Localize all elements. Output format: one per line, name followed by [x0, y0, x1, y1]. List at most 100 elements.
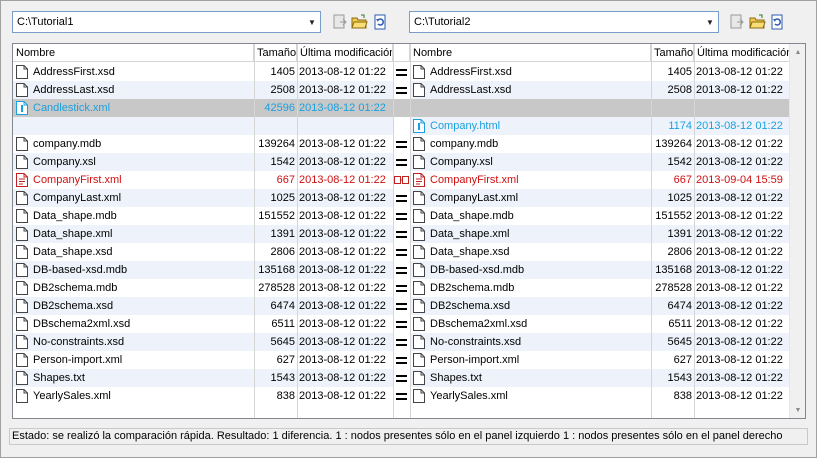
folder-open-icon — [748, 14, 766, 29]
right-file-date: 2013-08-12 01:22 — [696, 228, 783, 240]
file-new-icon — [16, 101, 28, 115]
chevron-down-icon[interactable]: ▼ — [304, 12, 320, 32]
left-file-date: 2013-08-12 01:22 — [299, 246, 386, 258]
file-icon — [16, 335, 28, 349]
right-file-date: 2013-08-12 01:22 — [696, 372, 783, 384]
table-row[interactable]: AddressFirst.xsd 1405 2013-08-12 01:22 Addr… — [13, 63, 790, 81]
right-file-size: 667 — [673, 174, 692, 186]
right-file-name: Person-import.xml — [410, 351, 651, 369]
right-file-date: 2013-08-12 01:22 — [696, 210, 783, 222]
file-icon — [413, 299, 425, 313]
table-row[interactable]: YearlySales.xml 838 2013-08-12 01:22 Yearly… — [13, 387, 790, 405]
right-file-date: 2013-08-12 01:22 — [696, 390, 783, 402]
diff-icon — [393, 171, 410, 189]
browse-left-button[interactable] — [350, 12, 368, 32]
left-file-size: 6511 — [271, 318, 295, 330]
header-left-size[interactable]: Tamaño — [254, 44, 297, 62]
browse-right-button[interactable] — [748, 12, 766, 32]
left-file-date: 2013-08-12 01:22 — [299, 228, 386, 240]
table-row[interactable]: DB2schema.xsd 6474 2013-08-12 01:22 DB2sche… — [13, 297, 790, 315]
comparison-panel[interactable]: Nombre Tamaño Última modificación Nombre… — [12, 43, 806, 419]
left-file-size: 2806 — [270, 246, 295, 258]
equal-icon — [393, 135, 410, 153]
right-file-size: 6474 — [667, 300, 692, 312]
left-path-combo[interactable]: C:\Tutorial1 ▼ — [12, 11, 321, 33]
table-row[interactable]: CompanyFirst.xml 667 2013-08-12 01:22 Compa… — [13, 171, 790, 189]
right-file-size: 1391 — [667, 228, 692, 240]
header-left-name[interactable]: Nombre — [13, 44, 254, 62]
equal-icon — [393, 315, 410, 333]
file-icon — [16, 245, 28, 259]
scroll-up-icon[interactable]: ▲ — [790, 44, 805, 60]
table-row[interactable]: AddressLast.xsd 2508 2013-08-12 01:22 Addre… — [13, 81, 790, 99]
file-icon — [16, 317, 28, 331]
refresh-icon — [771, 14, 783, 30]
table-row[interactable]: DBschema2xml.xsd 6511 2013-08-12 01:22 DBsc… — [13, 315, 790, 333]
left-file-date: 2013-08-12 01:22 — [299, 264, 386, 276]
left-file-size: 838 — [276, 390, 295, 402]
file-icon — [16, 281, 28, 295]
right-file-name: CompanyFirst.xml — [410, 171, 651, 189]
table-row[interactable]: Data_shape.xsd 2806 2013-08-12 01:22 Data_s… — [13, 243, 790, 261]
table-row[interactable]: Data_shape.mdb 151552 2013-08-12 01:22 Data… — [13, 207, 790, 225]
table-row[interactable]: Data_shape.xml 1391 2013-08-12 01:22 Data_s… — [13, 225, 790, 243]
table-row[interactable]: DB-based-xsd.mdb 135168 2013-08-12 01:22 DB… — [13, 261, 790, 279]
no-match-cell — [393, 99, 410, 117]
right-path-combo[interactable]: C:\Tutorial2 ▼ — [409, 11, 719, 33]
table-row[interactable]: Candlestick.xml 42596 2013-08-12 01:22 — [13, 99, 790, 117]
right-file-date: 2013-08-12 01:22 — [696, 120, 783, 132]
file-icon — [413, 65, 425, 79]
left-file-name: Candlestick.xml — [13, 99, 254, 117]
left-file-size: 6474 — [270, 300, 295, 312]
table-row[interactable]: CompanyLast.xml 1025 2013-08-12 01:22 Compa… — [13, 189, 790, 207]
vertical-scrollbar[interactable]: ▲ ▼ — [789, 44, 805, 418]
equal-icon — [393, 81, 410, 99]
left-file-name: company.mdb — [13, 135, 254, 153]
refresh-left-button[interactable] — [371, 12, 389, 32]
header-right-date[interactable]: Última modificación — [694, 44, 790, 62]
no-match-cell — [393, 117, 410, 135]
header-left-date[interactable]: Última modificación — [297, 44, 393, 62]
save-left-button[interactable] — [331, 12, 349, 32]
table-row[interactable]: No-constraints.xsd 5645 2013-08-12 01:22 No… — [13, 333, 790, 351]
right-file-name: AddressLast.xsd — [410, 81, 651, 99]
right-file-date: 2013-08-12 01:22 — [696, 192, 783, 204]
file-icon — [16, 263, 28, 277]
right-file-name: DBschema2xml.xsd — [410, 315, 651, 333]
left-path-value: C:\Tutorial1 — [17, 16, 74, 28]
left-file-name: Data_shape.xml — [13, 225, 254, 243]
divider — [651, 44, 652, 418]
right-file-date: 2013-08-12 01:22 — [696, 246, 783, 258]
left-file-name: AddressLast.xsd — [13, 81, 254, 99]
left-file-size: 151552 — [258, 210, 295, 222]
table-row[interactable]: Company.xsl 1542 2013-08-12 01:22 Company.x… — [13, 153, 790, 171]
divider — [297, 44, 298, 418]
right-file-size: 1543 — [667, 372, 692, 384]
right-file-date: 2013-08-12 01:22 — [696, 354, 783, 366]
divider — [393, 44, 394, 418]
right-file-date: 2013-08-12 01:22 — [696, 66, 783, 78]
table-row[interactable]: Person-import.xml 627 2013-08-12 01:22 Pers… — [13, 351, 790, 369]
left-file-date: 2013-08-12 01:22 — [299, 102, 386, 114]
scroll-down-icon[interactable]: ▼ — [790, 402, 805, 418]
left-file-date: 2013-08-12 01:22 — [299, 156, 386, 168]
file-icon — [16, 389, 28, 403]
table-row[interactable]: Company.html 1174 2013-08-12 01:22 — [13, 117, 790, 135]
header-right-size[interactable]: Tamaño — [651, 44, 694, 62]
equal-icon — [393, 351, 410, 369]
left-file-name: AddressFirst.xsd — [13, 63, 254, 81]
header-right-name[interactable]: Nombre — [410, 44, 651, 62]
status-bar: Estado: se realizó la comparación rápida… — [9, 428, 808, 445]
table-row[interactable]: company.mdb 139264 2013-08-12 01:22 company… — [13, 135, 790, 153]
left-file-date: 2013-08-12 01:22 — [299, 84, 386, 96]
refresh-right-button[interactable] — [768, 12, 786, 32]
equal-icon — [393, 369, 410, 387]
left-file-size: 1542 — [270, 156, 295, 168]
chevron-down-icon[interactable]: ▼ — [702, 12, 718, 32]
table-row[interactable]: Shapes.txt 1543 2013-08-12 01:22 Shapes.txt… — [13, 369, 790, 387]
file-icon — [16, 371, 28, 385]
right-path-value: C:\Tutorial2 — [414, 16, 471, 28]
file-icon — [16, 155, 28, 169]
table-row[interactable]: DB2schema.mdb 278528 2013-08-12 01:22 DB2sc… — [13, 279, 790, 297]
save-right-button[interactable] — [728, 12, 746, 32]
